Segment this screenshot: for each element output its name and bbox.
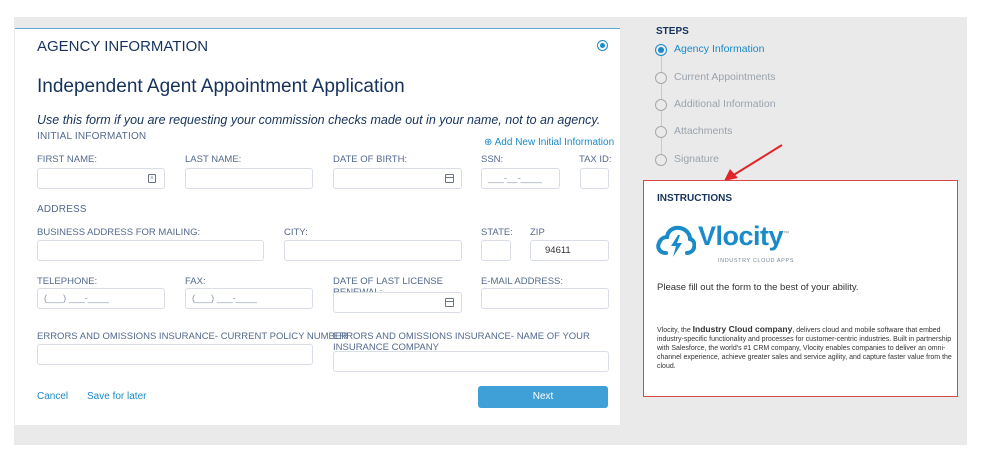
state-field[interactable] [481,240,511,261]
last-name-field[interactable] [185,168,313,189]
ssn-field[interactable]: ___-__-____ [481,168,560,189]
instructions-message: Please fill out the form to the best of … [657,282,859,293]
add-initial-information-label: Add New Initial Information [494,137,615,148]
email-label: E-MAIL ADDRESS: [481,276,564,287]
section-header: AGENCY INFORMATION [37,38,209,55]
save-for-later-link[interactable]: Save for later [87,391,146,402]
telephone-placeholder: (___) ___-____ [44,293,109,304]
telephone-field[interactable]: (___) ___-____ [37,288,165,309]
initial-information-label: INITIAL INFORMATION [37,131,147,142]
instructions-title: INSTRUCTIONS [657,193,732,204]
step-radio-icon [655,126,667,138]
step-active-radio-icon [655,44,667,56]
address-label: ADDRESS [37,204,87,215]
logo-wordmark: Vlocity™ [698,221,789,252]
city-field[interactable] [284,240,462,261]
business-address-label: BUSINESS ADDRESS FOR MAILING: [37,227,201,238]
form-instructions: Use this form if you are requesting your… [37,113,601,127]
tax-id-field[interactable] [580,168,609,189]
eo-policy-number-field[interactable] [37,344,313,365]
step-label: Current Appointments [674,71,776,83]
logo-wordmark-text: Vlocity [698,221,784,251]
zip-value: 94611 [545,245,571,256]
date-of-birth-label: DATE OF BIRTH: [333,154,408,165]
add-initial-information-link[interactable]: ⊕ Add New Initial Information [484,137,614,148]
step-label: Attachments [674,125,733,137]
logo-trademark: ™ [783,231,789,237]
city-label: CITY: [284,227,308,238]
eo-policy-number-label: ERRORS AND OMISSIONS INSURANCE- CURRENT … [37,331,349,342]
eo-company-label: ERRORS AND OMISSIONS INSURANCE- NAME OF … [333,331,590,353]
eo-company-field[interactable] [333,351,609,372]
logo-subtitle: INDUSTRY CLOUD APPS [718,258,794,264]
contact-card-icon[interactable]: ≡ [148,174,156,183]
section-status-radio-icon[interactable] [597,40,608,51]
next-button[interactable]: Next [478,386,608,408]
state-label: STATE: [481,227,513,238]
zip-label: ZIP [530,227,545,238]
page-title: Independent Agent Appointment Applicatio… [37,76,405,97]
zip-field[interactable]: 94611 [530,240,609,261]
calendar-icon[interactable] [445,298,454,307]
fax-field[interactable]: (___) ___-____ [185,288,313,309]
license-renewal-date-field[interactable] [333,292,462,313]
fax-label: FAX: [185,276,206,287]
fax-placeholder: (___) ___-____ [192,293,257,304]
tax-id-label: TAX ID: [579,154,612,165]
step-label: Additional Information [674,98,776,110]
cancel-link[interactable]: Cancel [37,391,68,402]
step-radio-icon [655,154,667,166]
first-name-label: FIRST NAME: [37,154,97,165]
annotation-arrow-icon [724,144,783,181]
calendar-icon[interactable] [445,174,454,183]
instructions-body: Vlocity, the Industry Cloud company, del… [657,325,953,371]
instructions-panel: INSTRUCTIONS Vlocity™ INDUSTRY CLOUD APP… [643,180,958,397]
step-radio-icon [655,72,667,84]
step-radio-icon [655,99,667,111]
telephone-label: TELEPHONE: [37,276,98,287]
body-text: Vlocity, the [657,327,693,334]
ssn-label: SSN: [481,154,504,165]
last-name-label: LAST NAME: [185,154,242,165]
business-address-field[interactable] [37,240,264,261]
first-name-field[interactable]: ≡ [37,168,165,189]
step-label: Signature [674,153,719,165]
cloud-bolt-icon [656,225,696,257]
steps-title: STEPS [656,26,689,37]
email-field[interactable] [481,288,609,309]
ssn-placeholder: ___-__-____ [488,173,542,184]
step-label: Agency Information [674,43,765,55]
plus-circle-icon: ⊕ [484,137,493,148]
body-emphasis: Industry Cloud company [692,324,793,334]
date-of-birth-field[interactable] [333,168,462,189]
